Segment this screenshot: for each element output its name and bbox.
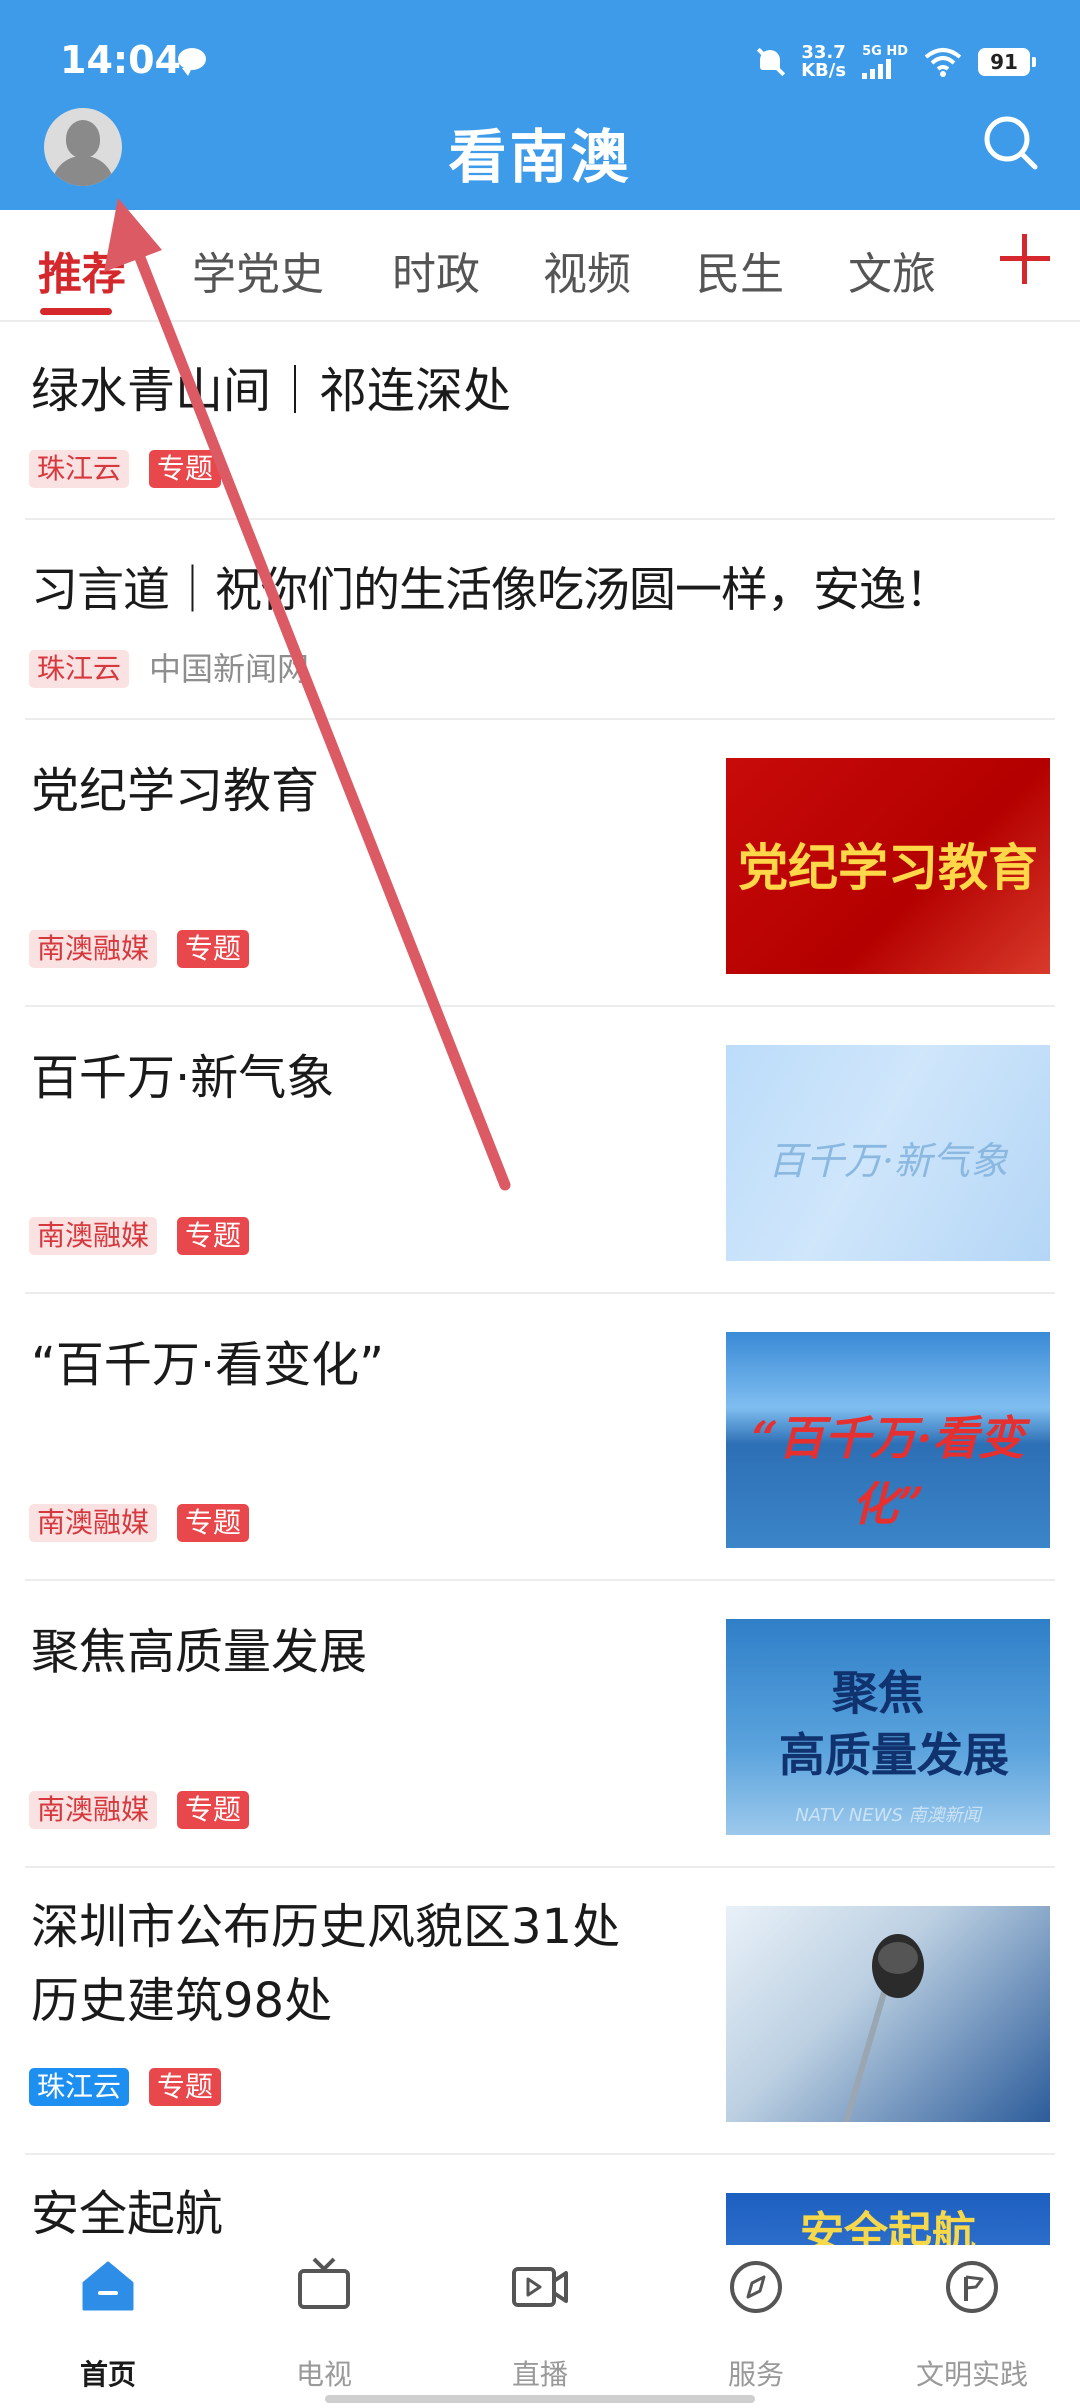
- cell-signal: 5G HD: [862, 45, 908, 79]
- nav-service[interactable]: 服务: [648, 2245, 864, 2408]
- news-thumbnail: 党纪学习教育: [726, 758, 1050, 974]
- signal-bars-icon: [862, 59, 892, 79]
- search-icon[interactable]: [980, 112, 1040, 172]
- tab-video[interactable]: 视频: [543, 238, 631, 302]
- nav-live[interactable]: 直播: [432, 2245, 648, 2408]
- nav-tv[interactable]: 电视: [216, 2245, 432, 2408]
- topic-tag: 专题: [177, 1504, 250, 1542]
- app-title: 看南澳: [448, 123, 632, 191]
- mute-bell-icon: [755, 47, 786, 77]
- news-source: 中国新闻网: [149, 650, 310, 688]
- bottom-nav: 首页 电视 直播 服务 文明实践: [0, 2245, 1080, 2408]
- battery-indicator: 91: [978, 48, 1036, 76]
- news-thumbnail: 聚焦 高质量发展 NATV NEWS 南澳新闻: [726, 1619, 1050, 1835]
- microphone-image: [843, 1934, 924, 2122]
- news-feed: 绿水青山间｜祁连深处 珠江云 专题 习言道｜祝你们的生活像吃汤圆一样，安逸！ 珠…: [0, 320, 1080, 2295]
- news-thumbnail: 百千万·新气象: [726, 1045, 1050, 1261]
- add-channel-icon[interactable]: [1000, 234, 1050, 284]
- tab-culture-tourism[interactable]: 文旅: [848, 238, 936, 302]
- topic-tag: 专题: [149, 450, 222, 488]
- nav-label-service: 服务: [727, 2358, 784, 2391]
- tab-recommend[interactable]: 推荐: [38, 238, 126, 302]
- news-item[interactable]: 深圳市公布历史风貌区31处 历史建筑98处 珠江云 专题: [25, 1868, 1055, 2155]
- news-title: 聚焦高质量发展: [31, 1624, 368, 1680]
- news-item[interactable]: 聚焦高质量发展 南澳融媒 专题 聚焦 高质量发展 NATV NEWS 南澳新闻: [25, 1581, 1055, 1868]
- news-title-line2: 历史建筑98处: [31, 1973, 333, 2029]
- tab-livelihood[interactable]: 民生: [696, 238, 784, 302]
- status-icons: 33.7 KB/s 5G HD 91: [755, 40, 1036, 84]
- thumbnail-watermark: NATV NEWS 南澳新闻: [795, 1805, 981, 1826]
- network-speed: 33.7 KB/s: [801, 44, 846, 80]
- signal-label: 5G HD: [862, 44, 908, 59]
- news-thumbnail: [726, 1906, 1050, 2122]
- source-tag: 珠江云: [29, 650, 130, 688]
- chat-notification-icon: [178, 48, 206, 76]
- app-header: 14:04 33.7 KB/s 5G HD 91 看南澳: [0, 0, 1080, 210]
- source-tag: 南澳融媒: [29, 1217, 158, 1255]
- topic-tag: 专题: [177, 1217, 250, 1255]
- news-title: 百千万·新气象: [31, 1050, 335, 1106]
- nav-label-tv: 电视: [295, 2358, 352, 2391]
- source-tag: 南澳融媒: [29, 930, 158, 968]
- news-title: 安全起航: [31, 2186, 224, 2242]
- compass-icon: [730, 2261, 782, 2313]
- news-item[interactable]: 党纪学习教育 南澳融媒 专题 党纪学习教育: [25, 720, 1055, 1007]
- nav-label-live: 直播: [511, 2358, 568, 2391]
- topic-tag: 专题: [177, 930, 250, 968]
- source-tag: 珠江云: [29, 2068, 130, 2106]
- news-title: 习言道｜祝你们的生活像吃汤圆一样，安逸！: [31, 563, 952, 618]
- thumbnail-caption: 党纪学习教育: [738, 838, 1038, 897]
- nav-home[interactable]: 首页: [0, 2245, 216, 2408]
- source-tag: 珠江云: [29, 450, 130, 488]
- status-time: 14:04: [60, 38, 181, 82]
- tab-politics[interactable]: 时政: [392, 238, 480, 302]
- channel-tabs: 推荐 学党史 时政 视频 民生 文旅: [0, 210, 1080, 322]
- gesture-home-bar[interactable]: [325, 2395, 755, 2403]
- news-title: 绿水青山间｜祁连深处: [31, 363, 512, 419]
- source-tag: 南澳融媒: [29, 1504, 158, 1542]
- thumbnail-caption-line2: 高质量发展: [779, 1728, 1009, 1782]
- live-icon: [512, 2267, 568, 2307]
- active-tab-indicator: [40, 308, 112, 315]
- source-tag: 南澳融媒: [29, 1791, 158, 1829]
- news-thumbnail: “百千万·看变化”: [726, 1332, 1050, 1548]
- news-item[interactable]: 绿水青山间｜祁连深处 珠江云 专题: [25, 320, 1055, 520]
- home-icon: [82, 2261, 134, 2311]
- news-item[interactable]: “百千万·看变化” 南澳融媒 专题 “百千万·看变化”: [25, 1294, 1055, 1581]
- thumbnail-caption: 百千万·新气象: [767, 1139, 1009, 1183]
- tab-party-history[interactable]: 学党史: [192, 238, 324, 302]
- news-title: “百千万·看变化”: [31, 1337, 384, 1393]
- nav-label-home: 首页: [79, 2358, 136, 2391]
- flag-circle-icon: [946, 2261, 998, 2313]
- thumbnail-caption: “百千万·看变化”: [751, 1411, 1025, 1531]
- news-title-line1: 深圳市公布历史风貌区31处: [31, 1899, 621, 1955]
- topic-tag: 专题: [177, 1791, 250, 1829]
- network-speed-unit: KB/s: [801, 60, 847, 81]
- tv-icon: [298, 2257, 350, 2309]
- wifi-icon: [924, 48, 962, 77]
- topic-tag: 专题: [149, 2068, 222, 2106]
- news-item[interactable]: 百千万·新气象 南澳融媒 专题 百千万·新气象: [25, 1007, 1055, 1294]
- nav-label-civilization: 文明实践: [915, 2358, 1028, 2391]
- thumbnail-caption-line1: 聚焦: [832, 1666, 924, 1720]
- nav-civilization[interactable]: 文明实践: [864, 2245, 1080, 2408]
- news-title: 党纪学习教育: [31, 763, 320, 819]
- news-item[interactable]: 习言道｜祝你们的生活像吃汤圆一样，安逸！ 珠江云 中国新闻网: [25, 520, 1055, 720]
